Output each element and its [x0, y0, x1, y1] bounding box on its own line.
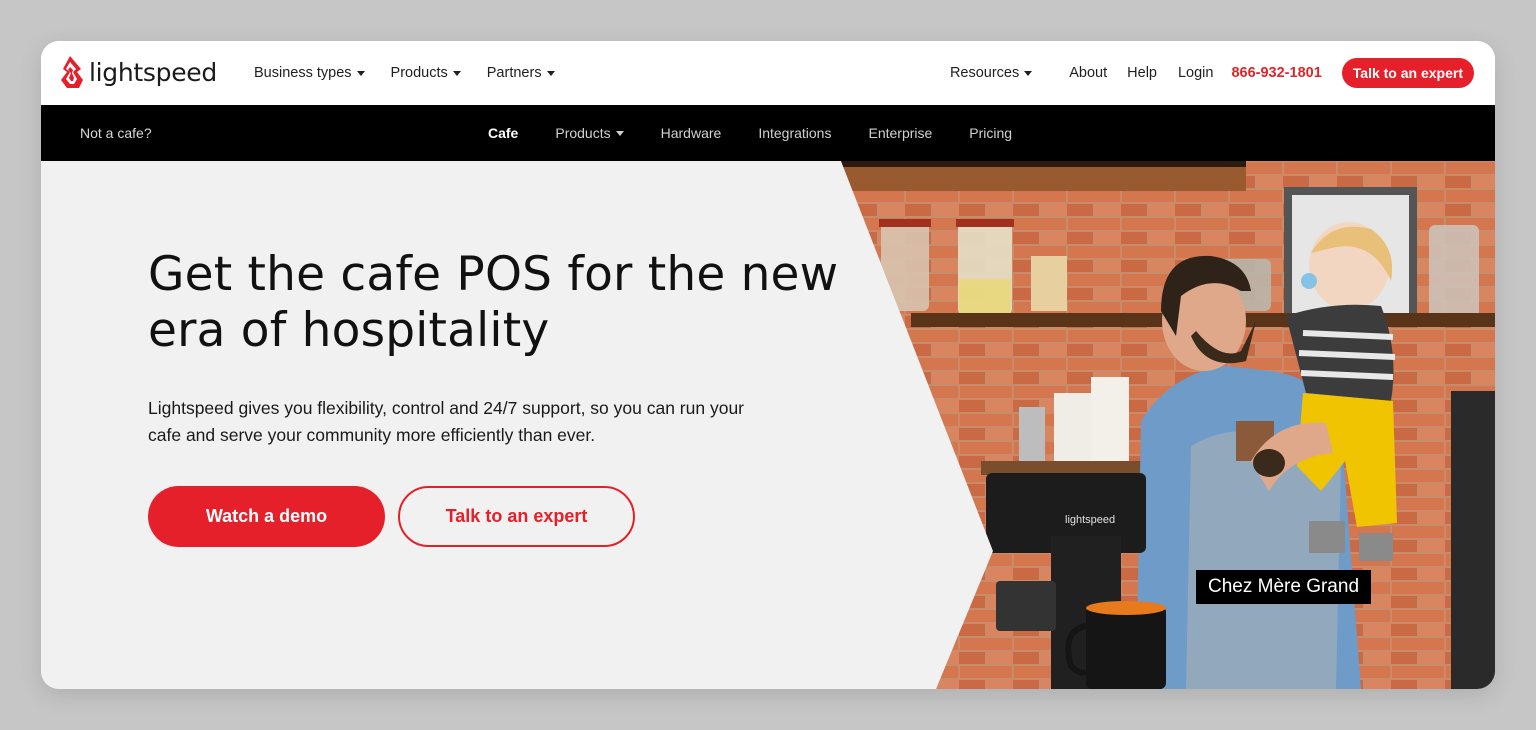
top-navigation: lightspeed Business types Products Partn… — [41, 41, 1495, 105]
device-logo-text: lightspeed — [1065, 514, 1115, 526]
lightspeed-flame-icon — [61, 56, 83, 88]
nav-login[interactable]: Login — [1178, 65, 1213, 81]
nav-label: About — [1069, 65, 1108, 81]
subnav-label: Hardware — [660, 125, 722, 141]
subnav-label: Integrations — [758, 125, 832, 141]
nav-about[interactable]: About — [1069, 65, 1107, 81]
hero-description: Lightspeed gives you flexibility, contro… — [148, 398, 744, 445]
nav-label: Login — [1177, 65, 1214, 81]
nav-resources[interactable]: Resources — [949, 65, 1033, 81]
talk-to-expert-nav-button[interactable]: Talk to an expert — [1341, 58, 1474, 88]
browser-window: lightspeed Business types Products Partn… — [41, 41, 1495, 689]
caret-down-icon — [1024, 71, 1033, 76]
sub-navigation: Not a cafe? Cafe Products Hardware Integ… — [41, 105, 1495, 161]
nav-label: Products — [390, 65, 448, 81]
subnav-label: Products — [555, 125, 611, 141]
nav-label: Help — [1127, 65, 1157, 81]
watch-demo-button[interactable]: Watch a demo — [148, 486, 385, 547]
hero-title: Get the cafe POS for the new era of hosp… — [148, 247, 839, 358]
subnav-label: Cafe — [488, 125, 519, 141]
phone-link[interactable]: 866-932-1801 — [1231, 65, 1321, 81]
nav-business-types[interactable]: Business types — [254, 65, 365, 81]
not-a-cafe-link[interactable]: Not a cafe? — [80, 105, 152, 161]
nav-partners[interactable]: Partners — [487, 65, 555, 81]
subnav-label: Pricing — [969, 125, 1013, 141]
photo-caption: Chez Mère Grand — [1196, 570, 1372, 604]
caret-down-icon — [356, 71, 365, 76]
nav-products[interactable]: Products — [391, 65, 461, 81]
subnav-label: Enterprise — [868, 125, 933, 141]
caret-down-icon — [615, 131, 624, 136]
secondary-nav: Resources About Help Login 866-932-1801 … — [950, 41, 1474, 105]
subnav-item-cafe[interactable]: Cafe — [488, 125, 518, 141]
subnav-item-products[interactable]: Products — [555, 125, 624, 141]
nav-label: Resources — [949, 65, 1020, 81]
nav-label: Business types — [254, 65, 352, 81]
talk-to-expert-button[interactable]: Talk to an expert — [398, 486, 635, 547]
caret-down-icon — [546, 71, 555, 76]
hero-section: lightspeed Get the cafe POS for the new … — [41, 161, 1495, 689]
primary-nav: Business types Products Partners — [254, 41, 555, 105]
subnav-item-pricing[interactable]: Pricing — [969, 125, 1012, 141]
brand-name: lightspeed — [89, 57, 217, 87]
subnav-item-enterprise[interactable]: Enterprise — [868, 125, 932, 141]
brand-logo[interactable]: lightspeed — [61, 55, 217, 89]
nav-label: Partners — [486, 65, 542, 81]
subnav-item-integrations[interactable]: Integrations — [758, 125, 831, 141]
subnav-items: Cafe Products Hardware Integrations Ente… — [488, 105, 1012, 161]
subnav-item-hardware[interactable]: Hardware — [661, 125, 722, 141]
caret-down-icon — [452, 71, 461, 76]
nav-help[interactable]: Help — [1127, 65, 1157, 81]
